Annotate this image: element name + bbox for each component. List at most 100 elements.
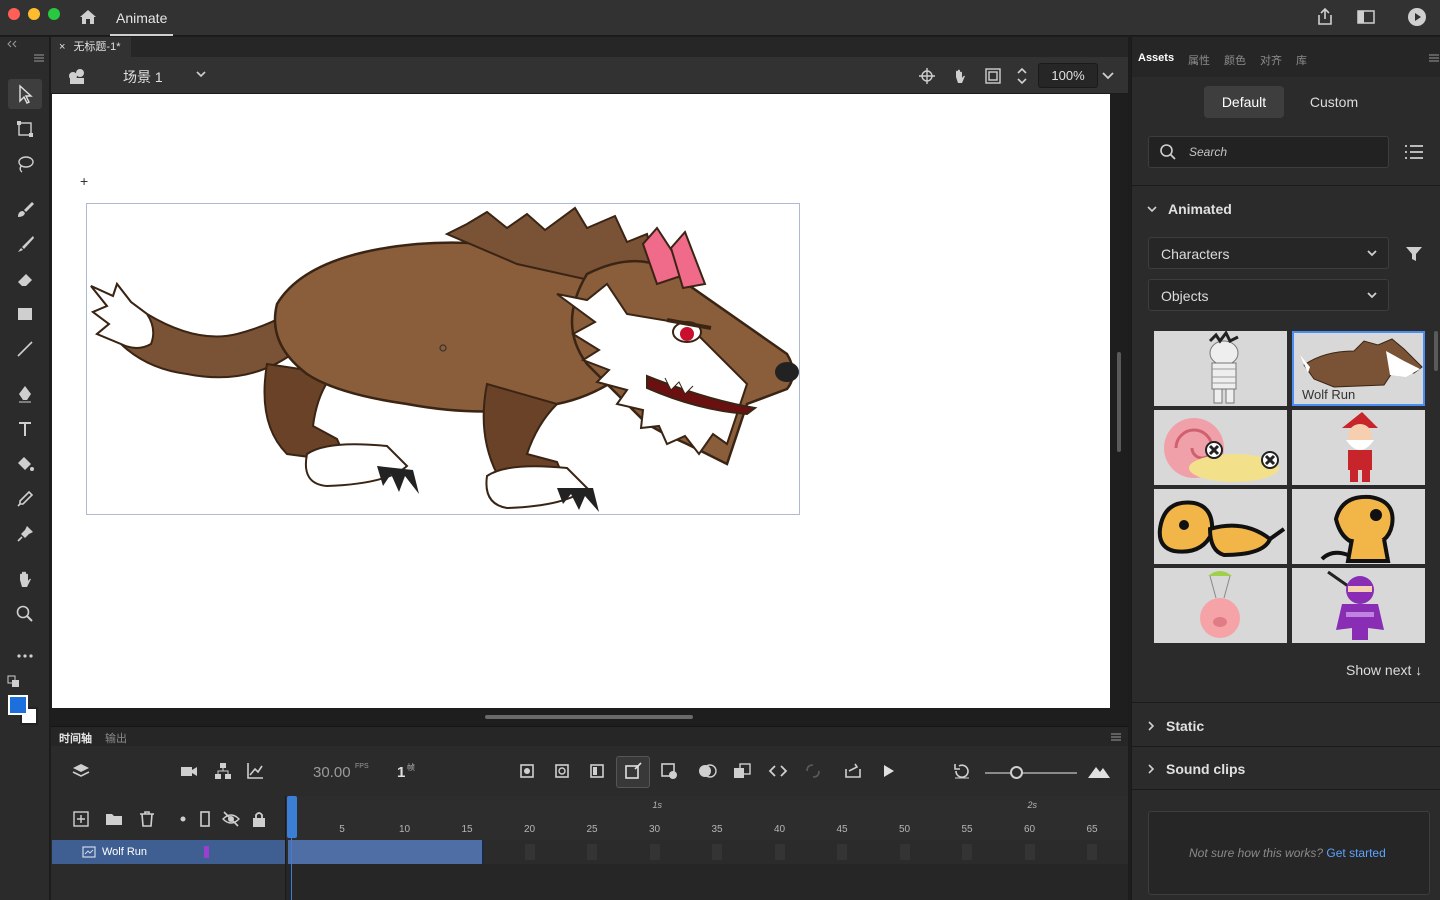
onion-skin-icon[interactable] (697, 761, 717, 781)
zoom-stepper-icon[interactable] (1015, 66, 1029, 86)
asset-thumbnail-mummy[interactable] (1154, 331, 1287, 406)
share-icon[interactable] (1314, 6, 1336, 28)
frame-strip[interactable] (286, 840, 1128, 864)
mountain-icon[interactable] (1087, 761, 1111, 781)
app-tab[interactable]: Animate (110, 0, 174, 36)
loop-icon[interactable] (768, 761, 788, 781)
rotate-stage-icon[interactable] (950, 66, 970, 86)
graph-icon[interactable] (245, 761, 265, 781)
assets-scrollbar[interactable] (1434, 331, 1438, 371)
segment-custom[interactable]: Custom (1294, 86, 1374, 118)
eraser-tool[interactable] (8, 264, 42, 294)
layer-parenting-icon[interactable] (213, 761, 233, 781)
search-box[interactable] (1148, 136, 1389, 168)
zoom-tool[interactable] (8, 599, 42, 629)
asset-thumbnail-wolf[interactable]: Wolf Run (1292, 331, 1425, 406)
lasso-tool[interactable] (8, 149, 42, 179)
line-tool[interactable] (8, 334, 42, 364)
home-icon[interactable] (78, 7, 98, 27)
reset-zoom-icon[interactable] (952, 761, 972, 781)
zoom-window-button[interactable] (48, 8, 60, 20)
wolf-symbol-instance[interactable] (86, 203, 800, 515)
text-tool[interactable] (8, 414, 42, 444)
insert-keyframe-icon[interactable] (517, 761, 537, 781)
playhead[interactable] (287, 796, 297, 838)
timeline-zoom-slider-knob[interactable] (1010, 766, 1023, 779)
stage-area[interactable]: + (51, 94, 1128, 724)
section-sound-clips[interactable]: Sound clips (1146, 761, 1245, 777)
tab-library[interactable]: 库 (1296, 52, 1307, 68)
paint-brush-tool[interactable] (8, 194, 42, 224)
document-tab[interactable]: × 无标题-1* (51, 37, 131, 57)
tab-output[interactable]: 输出 (105, 730, 127, 746)
paint-bucket-tool[interactable] (8, 449, 42, 479)
highlight-layers-icon[interactable] (173, 809, 193, 829)
center-stage-icon[interactable] (917, 66, 937, 86)
asset-thumbnail-pig-parachute[interactable] (1154, 568, 1287, 643)
new-folder-icon[interactable] (104, 809, 124, 829)
fill-color-swatch[interactable] (8, 695, 28, 715)
asset-thumbnail-dog-lying[interactable] (1154, 489, 1287, 564)
timeline-zoom-slider-track[interactable] (985, 772, 1077, 774)
swap-colors-icon[interactable] (7, 675, 21, 689)
subcategory-dropdown[interactable]: Objects (1148, 279, 1389, 311)
more-tools-button[interactable] (8, 641, 42, 671)
play-icon[interactable] (878, 761, 898, 781)
insert-frame-icon[interactable] (587, 761, 607, 781)
selection-tool[interactable] (8, 79, 42, 109)
asset-thumbnail-dog-sitting[interactable] (1292, 489, 1425, 564)
get-started-link[interactable]: Get started (1326, 846, 1385, 860)
section-animated[interactable]: Animated (1146, 201, 1232, 217)
current-frame[interactable]: 1 (397, 764, 405, 781)
timeline-ruler[interactable]: 5 10 15 20 25 30 35 40 45 50 55 60 65 1s 2s (286, 796, 1128, 840)
layer-row[interactable]: Wolf Run (52, 840, 285, 864)
camera-icon[interactable] (179, 761, 199, 781)
close-tab-icon[interactable]: × (59, 37, 65, 57)
brush-tool[interactable] (8, 229, 42, 259)
frame-area[interactable]: 5 10 15 20 25 30 35 40 45 50 55 60 65 1s 2s (286, 796, 1128, 900)
asset-thumbnail-snail[interactable] (1154, 410, 1287, 485)
close-window-button[interactable] (8, 8, 20, 20)
section-static[interactable]: Static (1146, 718, 1204, 734)
stage-canvas[interactable]: + (52, 94, 1110, 708)
panel-menu-icon[interactable] (33, 53, 45, 63)
filter-icon[interactable] (1404, 244, 1424, 264)
fps-value[interactable]: 30.00 (313, 764, 351, 781)
free-transform-tool[interactable] (8, 114, 42, 144)
tab-assets[interactable]: Assets (1138, 52, 1174, 64)
zoom-input[interactable]: 100% (1038, 63, 1098, 88)
pen-tool[interactable] (8, 379, 42, 409)
scene-name[interactable]: 场景 1 (123, 67, 163, 87)
frame-span[interactable] (288, 840, 484, 864)
minimize-window-button[interactable] (28, 8, 40, 20)
show-next-link[interactable]: Show next ↓ (1346, 662, 1422, 678)
asset-thumbnail-ninja[interactable] (1292, 568, 1425, 643)
outline-layers-icon[interactable] (195, 809, 215, 829)
tab-timeline[interactable]: 时间轴 (59, 730, 92, 746)
layers-icon[interactable] (71, 761, 91, 781)
stage-vertical-scrollbar[interactable] (1117, 352, 1121, 452)
chevron-down-icon[interactable] (195, 69, 207, 79)
edit-multiple-frames-icon[interactable] (732, 761, 752, 781)
pin-tool[interactable] (8, 519, 42, 549)
hide-layers-icon[interactable] (221, 809, 241, 829)
segment-default[interactable]: Default (1204, 86, 1284, 118)
panel-menu-icon[interactable] (1110, 731, 1122, 743)
scene-icon[interactable] (67, 67, 87, 85)
workspace-icon[interactable] (1355, 6, 1377, 28)
delete-layer-icon[interactable] (137, 809, 157, 829)
insert-tween-icon[interactable] (659, 761, 679, 781)
rectangle-tool[interactable] (8, 299, 42, 329)
collapse-icon[interactable] (6, 39, 18, 49)
panel-menu-icon[interactable] (1429, 53, 1439, 63)
tab-color[interactable]: 颜色 (1224, 52, 1246, 68)
search-input[interactable] (1189, 137, 1379, 167)
export-video-icon[interactable] (843, 761, 863, 781)
lock-icon[interactable] (249, 809, 269, 829)
chevron-down-icon[interactable] (1101, 69, 1115, 81)
test-movie-icon[interactable] (1406, 6, 1428, 28)
eyedropper-tool[interactable] (8, 484, 42, 514)
stage-horizontal-scrollbar[interactable] (485, 715, 693, 719)
layer-color-tag[interactable] (204, 846, 209, 858)
category-dropdown[interactable]: Characters (1148, 237, 1389, 269)
